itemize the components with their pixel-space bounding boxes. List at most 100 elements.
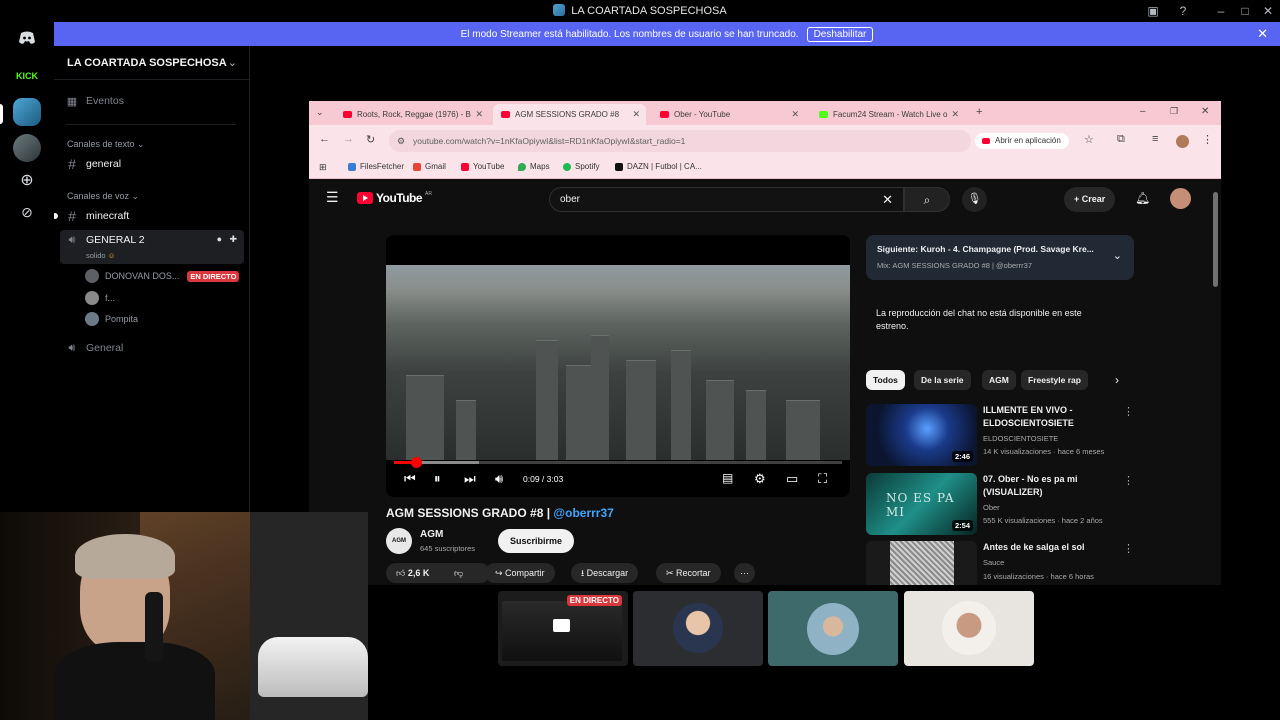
clip-button[interactable]: ✂ Recortar xyxy=(656,563,721,583)
disable-button[interactable]: Deshabilitar xyxy=(806,26,874,42)
chevron-down-icon[interactable]: ⌄ xyxy=(1113,249,1122,262)
voice-channel-general[interactable]: 🔊︎ General xyxy=(66,340,124,356)
minimize-icon[interactable]: – xyxy=(1140,106,1146,117)
progress-bar[interactable] xyxy=(394,457,842,468)
settings-gear-icon[interactable]: ⚙ xyxy=(754,471,766,487)
close-icon[interactable]: ✕ xyxy=(1260,3,1276,19)
bookmark-maps[interactable]: Maps xyxy=(518,162,550,171)
close-tab-icon[interactable]: ✕ xyxy=(951,109,959,120)
tab-search-icon[interactable]: ⌄ xyxy=(316,107,324,118)
kick-server-icon[interactable]: KICK xyxy=(13,62,41,90)
server-icon-active[interactable] xyxy=(13,98,41,126)
server-icon-2[interactable] xyxy=(13,134,41,162)
menu-icon[interactable]: ⋮ xyxy=(1202,133,1213,146)
tab-roots-rock-reggae[interactable]: Roots, Rock, Reggae (1976) - B ✕ xyxy=(335,104,489,125)
channel-minecraft[interactable]: # minecraft xyxy=(66,208,129,224)
scrollbar-thumb[interactable] xyxy=(1213,192,1218,287)
tab-facum24-stream[interactable]: Facum24 Stream - Watch Live o ✕ xyxy=(811,104,965,125)
open-in-app-button[interactable]: Abrir en aplicación xyxy=(975,133,1069,149)
bookmark-filesfetcher[interactable]: FilesFetcher xyxy=(348,162,404,171)
theater-mode-icon[interactable]: ▭ xyxy=(786,471,798,487)
participant-tile-stream[interactable]: EN DIRECTO xyxy=(498,591,628,666)
chevron-right-icon[interactable]: › xyxy=(1115,373,1119,387)
channel-avatar[interactable]: AGM xyxy=(386,528,412,554)
chip-freestyle[interactable]: Freestyle rap xyxy=(1021,370,1088,390)
explore-icon[interactable]: ⊘ xyxy=(13,198,41,226)
share-button[interactable]: ↪ Compartir xyxy=(485,563,555,583)
download-button[interactable]: ⭳ Descargar xyxy=(571,563,639,583)
close-banner-icon[interactable]: ✕ xyxy=(1257,26,1268,42)
voice-user[interactable]: Pompita xyxy=(85,312,138,326)
chip-series[interactable]: De la serie xyxy=(914,370,971,390)
site-info-icon[interactable]: ⚙ xyxy=(397,130,405,152)
participant-tile[interactable] xyxy=(904,591,1034,666)
voice-category[interactable]: Canales de voz ⌄ xyxy=(67,191,139,202)
profile-avatar[interactable] xyxy=(1176,135,1189,148)
more-actions-icon[interactable]: ··· xyxy=(734,563,755,583)
participant-tile[interactable] xyxy=(768,591,898,666)
close-tab-icon[interactable]: ✕ xyxy=(632,109,640,120)
add-server-icon[interactable]: ⊕ xyxy=(13,166,41,194)
recommended-video[interactable]: NO ES PA MI 2:54 07. Ober - No es pa mi (… xyxy=(866,473,1136,537)
volume-icon[interactable]: 🔊︎ xyxy=(495,471,503,487)
create-button[interactable]: + Crear xyxy=(1064,187,1116,212)
reload-icon[interactable]: ↻ xyxy=(366,133,375,146)
chevron-down-icon[interactable]: ⌄ xyxy=(228,56,237,69)
clear-search-icon[interactable]: ✕ xyxy=(882,188,893,212)
apps-icon[interactable]: ⊞ xyxy=(319,162,327,173)
subscribe-button[interactable]: Suscribirme xyxy=(498,529,575,553)
hamburger-menu-icon[interactable]: ☰ xyxy=(326,189,339,206)
more-options-icon[interactable]: ⋮ xyxy=(1123,405,1134,418)
youtube-logo[interactable]: YouTube AR xyxy=(357,191,432,205)
maximize-icon[interactable]: □ xyxy=(1237,3,1253,19)
bookmark-spotify[interactable]: Spotify xyxy=(563,162,599,171)
text-category[interactable]: Canales de texto ⌄ xyxy=(67,139,145,150)
bookmark-youtube[interactable]: YouTube xyxy=(461,162,504,171)
new-tab-icon[interactable]: + xyxy=(976,106,982,118)
forward-icon[interactable]: → xyxy=(343,133,354,145)
url-field[interactable]: ⚙ youtube.com/watch?v=1nKfaOpiywI&list=RD… xyxy=(389,130,971,152)
inbox-icon[interactable]: ▣ xyxy=(1145,3,1161,19)
scrubber-handle[interactable] xyxy=(411,457,423,468)
recommended-video[interactable]: 2:46 ILLMENTE EN VIVO - ELDOSCIENTOSIETE… xyxy=(866,404,1136,468)
search-input[interactable]: ober ✕ xyxy=(549,187,904,212)
next-icon[interactable]: ⏭︎ xyxy=(464,471,476,487)
tab-agm-sessions[interactable]: AGM SESSIONS GRADO #8 ✕ xyxy=(493,104,646,125)
fullscreen-icon[interactable]: ⛶ xyxy=(818,471,827,487)
chat-icon[interactable]: ● xyxy=(217,234,222,244)
help-icon[interactable]: ? xyxy=(1175,3,1191,19)
participant-tile[interactable] xyxy=(633,591,763,666)
up-next-panel[interactable]: Siguiente: Kuroh - 4. Champagne (Prod. S… xyxy=(866,235,1134,280)
events-item[interactable]: ▦ Eventos xyxy=(66,93,124,109)
chip-agm[interactable]: AGM xyxy=(982,370,1016,390)
voice-user[interactable]: DONOVAN DOS... EN DIRECTO xyxy=(85,269,240,283)
recommended-video[interactable]: Antes de ke salga el sol Sauce 16 visual… xyxy=(866,541,1136,585)
notifications-bell-icon[interactable]: 🔔︎ xyxy=(1135,191,1150,205)
add-member-icon[interactable]: ✚ xyxy=(229,234,237,245)
channel-general[interactable]: # general xyxy=(66,156,121,172)
more-options-icon[interactable]: ⋮ xyxy=(1123,474,1134,487)
discord-home-icon[interactable] xyxy=(13,24,41,52)
bookmark-gmail[interactable]: Gmail xyxy=(413,162,446,171)
video-player[interactable]: ⏮︎ ⏸︎ ⏭︎ 🔊︎ 0:09 / 3:03 ▤ ⚙ ▭ ⛶ xyxy=(386,235,850,497)
more-options-icon[interactable]: ⋮ xyxy=(1123,542,1134,555)
close-tab-icon[interactable]: ✕ xyxy=(791,109,799,120)
microphone-icon[interactable]: 🎙︎ xyxy=(962,187,987,212)
subtitles-icon[interactable]: ▤ xyxy=(722,471,733,485)
server-name[interactable]: LA COARTADA SOSPECHOSA xyxy=(67,57,227,69)
back-icon[interactable]: ← xyxy=(319,133,330,145)
close-icon[interactable]: ✕ xyxy=(1201,106,1209,117)
media-icon[interactable]: ≡ xyxy=(1152,133,1158,145)
extensions-icon[interactable]: ⧉ xyxy=(1117,133,1125,146)
search-icon[interactable]: ⌕ xyxy=(904,187,950,212)
bookmark-star-icon[interactable]: ☆ xyxy=(1084,133,1094,146)
close-tab-icon[interactable]: ✕ xyxy=(475,109,483,120)
voice-channel-general-2[interactable]: 🔊︎ GENERAL 2 solido ☺ ● ✚ xyxy=(60,230,244,264)
like-button[interactable]: 👍︎ 2,6 K xyxy=(396,568,429,578)
channel-name[interactable]: AGM xyxy=(420,529,443,540)
video-tag-link[interactable]: @oberrr37 xyxy=(553,506,613,520)
previous-icon[interactable]: ⏮︎ xyxy=(404,471,416,487)
voice-user[interactable]: f... xyxy=(85,291,115,305)
chip-all[interactable]: Todos xyxy=(866,370,905,390)
bookmark-dazn[interactable]: DAZN | Futbol | CA... xyxy=(615,162,702,171)
